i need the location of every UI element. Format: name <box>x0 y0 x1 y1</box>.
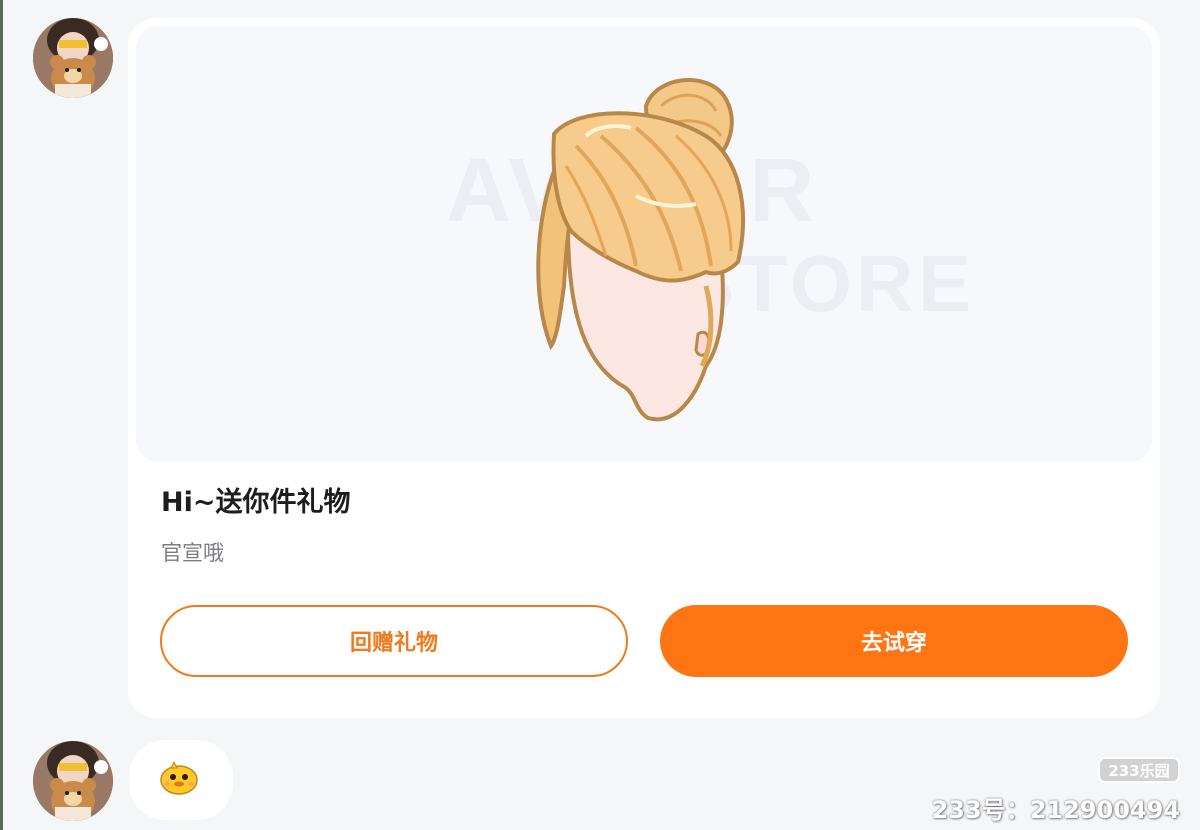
avatar-image <box>33 741 113 821</box>
gift-card: AVATAR STORE <box>128 18 1160 718</box>
yellow-chick-emoji-icon <box>160 760 198 795</box>
site-badge: 233乐园 <box>1098 757 1180 783</box>
gift-title: Hi~送你件礼物 <box>161 487 351 518</box>
return-gift-button[interactable]: 回赠礼物 <box>160 605 628 677</box>
hair-bun-illustration <box>536 78 745 422</box>
sender-avatar[interactable] <box>33 18 113 98</box>
gift-preview-image[interactable]: AVATAR STORE <box>136 26 1152 462</box>
sender-avatar-2[interactable] <box>33 741 113 821</box>
chat-screen: AVATAR STORE <box>0 0 1200 830</box>
try-on-button[interactable]: 去试穿 <box>660 605 1128 677</box>
gift-message: 官宣哦 <box>161 541 224 565</box>
user-id-watermark: 233号：212900494 <box>931 796 1180 824</box>
emoji-message-bubble[interactable] <box>129 740 233 820</box>
window-edge <box>0 0 3 830</box>
avatar-image <box>33 18 113 98</box>
